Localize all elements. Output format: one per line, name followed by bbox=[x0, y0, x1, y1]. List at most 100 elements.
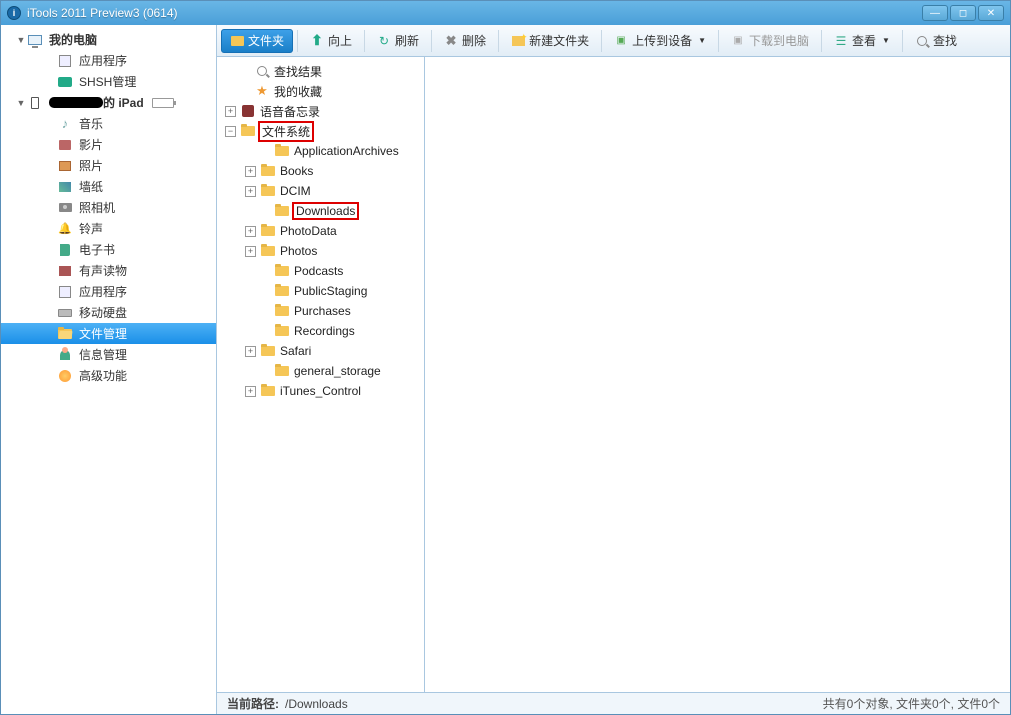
tree-folder[interactable]: Recordings bbox=[217, 321, 424, 341]
sidebar-label: 照相机 bbox=[79, 199, 115, 216]
toolbar-delete-button[interactable]: ✖删除 bbox=[436, 29, 494, 53]
tree-folder[interactable]: Podcasts bbox=[217, 261, 424, 281]
sidebar-item-apps2[interactable]: 应用程序 bbox=[1, 281, 216, 302]
tree-label: iTunes_Control bbox=[280, 384, 361, 398]
tree-folder[interactable]: Purchases bbox=[217, 301, 424, 321]
sidebar-root-ipad[interactable]: ▼ 的 iPad bbox=[1, 92, 216, 113]
close-button[interactable]: ✕ bbox=[978, 5, 1004, 21]
collapse-icon[interactable]: − bbox=[225, 126, 236, 137]
status-bar: 当前路径: /Downloads 共有0个对象, 文件夹0个, 文件0个 bbox=[217, 692, 1010, 714]
minimize-button[interactable]: — bbox=[922, 5, 948, 21]
file-list-view[interactable] bbox=[425, 57, 1010, 692]
separator bbox=[431, 30, 432, 52]
upload-icon: ▣ bbox=[614, 34, 628, 48]
voice-icon bbox=[240, 104, 256, 118]
expand-icon[interactable]: + bbox=[245, 346, 256, 357]
tree-folder[interactable]: PublicStaging bbox=[217, 281, 424, 301]
folder-icon bbox=[260, 344, 276, 358]
expand-icon[interactable]: + bbox=[245, 226, 256, 237]
tree-favorites[interactable]: ★我的收藏 bbox=[217, 81, 424, 101]
toolbar-newfolder-button[interactable]: 新建文件夹 bbox=[503, 29, 597, 53]
tree-search-results[interactable]: 查找结果 bbox=[217, 61, 424, 81]
tree-label: DCIM bbox=[280, 184, 311, 198]
tree-file-system[interactable]: −文件系统 bbox=[217, 121, 424, 141]
video-icon bbox=[57, 137, 73, 153]
toolbar-find-button[interactable]: 查找 bbox=[907, 29, 965, 53]
expand-icon[interactable]: + bbox=[245, 386, 256, 397]
tree-folder[interactable]: + DCIM bbox=[217, 181, 424, 201]
tree-label: PhotoData bbox=[280, 224, 337, 238]
toolbar-label: 查看 bbox=[852, 32, 876, 49]
tree-folder-downloads[interactable]: Downloads bbox=[217, 201, 424, 221]
folder-icon bbox=[260, 244, 276, 258]
search-icon bbox=[254, 64, 270, 78]
maximize-button[interactable]: ◻ bbox=[950, 5, 976, 21]
toolbar-label: 上传到设备 bbox=[632, 32, 692, 49]
separator bbox=[498, 30, 499, 52]
tree-label: Purchases bbox=[294, 304, 351, 318]
collapse-icon: ▼ bbox=[15, 98, 27, 108]
sidebar-item-advanced[interactable]: 高级功能 bbox=[1, 365, 216, 386]
sidebar-item-harddisk[interactable]: 移动硬盘 bbox=[1, 302, 216, 323]
toolbar-upload-button[interactable]: ▣上传到设备▼ bbox=[606, 29, 714, 53]
folder-icon bbox=[240, 124, 256, 138]
tree-label: Downloads bbox=[292, 202, 359, 220]
sidebar-item-camera[interactable]: 照相机 bbox=[1, 197, 216, 218]
sidebar-label: 高级功能 bbox=[79, 367, 127, 384]
sidebar-item-filemanager[interactable]: 文件管理 bbox=[1, 323, 216, 344]
wallpaper-icon bbox=[57, 179, 73, 195]
tree-folder[interactable]: +Photos bbox=[217, 241, 424, 261]
sidebar-item-video[interactable]: 影片 bbox=[1, 134, 216, 155]
up-arrow-icon: ⬆ bbox=[310, 34, 324, 48]
toolbar-folders-button[interactable]: 文件夹 bbox=[221, 29, 293, 53]
view-icon: ☰ bbox=[834, 34, 848, 48]
sidebar-label: 的 iPad bbox=[49, 94, 144, 111]
sidebar-item-wallpaper[interactable]: 墙纸 bbox=[1, 176, 216, 197]
toolbar-label: 刷新 bbox=[395, 32, 419, 49]
sidebar-item-ebooks[interactable]: 电子书 bbox=[1, 239, 216, 260]
expand-icon[interactable]: + bbox=[245, 166, 256, 177]
audiobook-icon bbox=[57, 263, 73, 279]
tree-folder[interactable]: + Safari bbox=[217, 341, 424, 361]
toolbar-refresh-button[interactable]: ↻刷新 bbox=[369, 29, 427, 53]
separator bbox=[297, 30, 298, 52]
tree-folder[interactable]: ApplicationArchives bbox=[217, 141, 424, 161]
tree-voice-memos[interactable]: +语音备忘录 bbox=[217, 101, 424, 121]
app-logo-icon: i bbox=[7, 6, 21, 20]
sidebar-item-music[interactable]: ♪音乐 bbox=[1, 113, 216, 134]
sidebar-root-mycomputer[interactable]: ▼ 我的电脑 bbox=[1, 29, 216, 50]
hdd-icon bbox=[57, 305, 73, 321]
sidebar-label: 铃声 bbox=[79, 220, 103, 237]
sidebar: ▼ 我的电脑 应用程序 SHSH管理 ▼ 的 iPad ♪音乐 影片 照片 墙纸… bbox=[1, 25, 217, 714]
sidebar-item-audiobooks[interactable]: 有声读物 bbox=[1, 260, 216, 281]
sidebar-item-ringtones[interactable]: 🔔铃声 bbox=[1, 218, 216, 239]
tree-folder[interactable]: + iTunes_Control bbox=[217, 381, 424, 401]
sidebar-label: 音乐 bbox=[79, 115, 103, 132]
folder-icon bbox=[274, 204, 290, 218]
app-icon bbox=[57, 284, 73, 300]
window-title: iTools 2011 Preview3 (0614) bbox=[27, 6, 922, 20]
toolbar-up-button[interactable]: ⬆向上 bbox=[302, 29, 360, 53]
expand-icon[interactable]: + bbox=[245, 246, 256, 257]
tree-folder[interactable]: general_storage bbox=[217, 361, 424, 381]
battery-icon bbox=[152, 98, 174, 108]
tree-folder[interactable]: + PhotoData bbox=[217, 221, 424, 241]
photo-icon bbox=[57, 158, 73, 174]
sidebar-item-photos[interactable]: 照片 bbox=[1, 155, 216, 176]
tree-folder[interactable]: +Books bbox=[217, 161, 424, 181]
titlebar[interactable]: i iTools 2011 Preview3 (0614) — ◻ ✕ bbox=[1, 1, 1010, 25]
folder-icon bbox=[274, 304, 290, 318]
tree-label: Safari bbox=[280, 344, 311, 358]
sidebar-item-info[interactable]: 信息管理 bbox=[1, 344, 216, 365]
expand-icon[interactable]: + bbox=[245, 186, 256, 197]
toolbar-download-button[interactable]: ▣下载到电脑 bbox=[723, 29, 817, 53]
toolbar-view-button[interactable]: ☰查看▼ bbox=[826, 29, 898, 53]
toolbar-label: 删除 bbox=[462, 32, 486, 49]
folder-icon bbox=[274, 364, 290, 378]
sidebar-item-apps[interactable]: 应用程序 bbox=[1, 50, 216, 71]
expand-icon[interactable]: + bbox=[225, 106, 236, 117]
separator bbox=[364, 30, 365, 52]
shsh-icon bbox=[57, 74, 73, 90]
sidebar-item-shsh[interactable]: SHSH管理 bbox=[1, 71, 216, 92]
sidebar-label: 有声读物 bbox=[79, 262, 127, 279]
